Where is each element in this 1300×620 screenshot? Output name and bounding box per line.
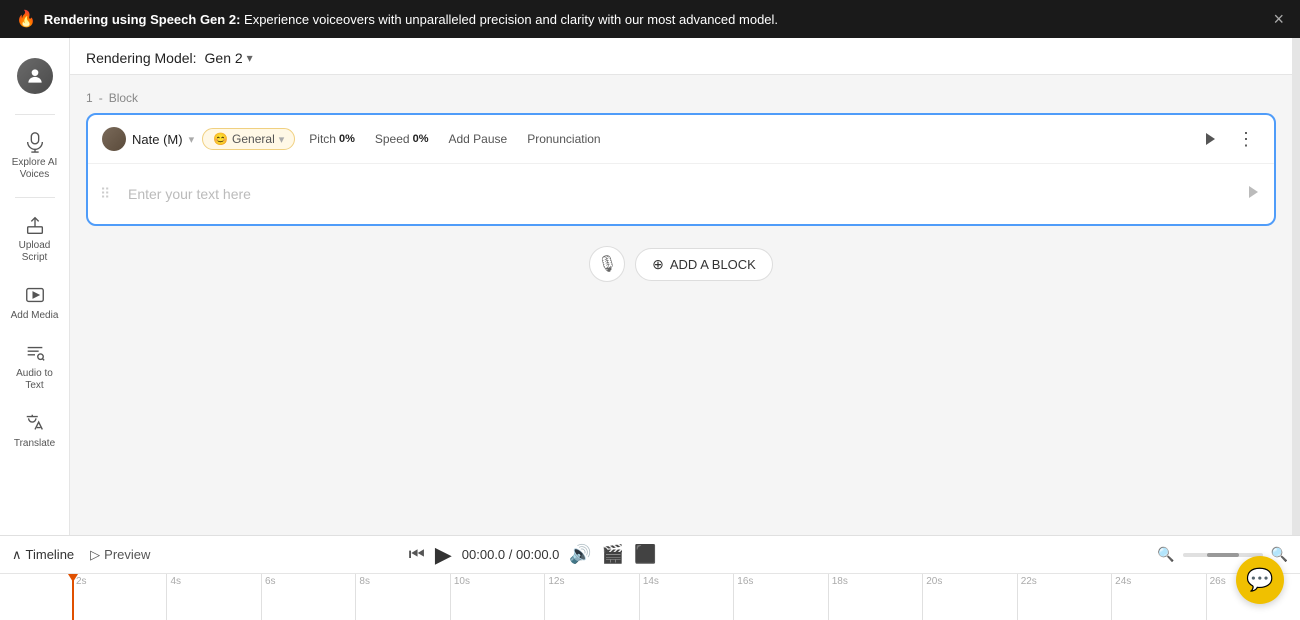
ruler-tick: 22s <box>1017 574 1111 620</box>
text-play-button[interactable] <box>1246 185 1260 204</box>
sidebar-item-media-label: Add Media <box>11 310 59 322</box>
chevron-down-icon: ▾ <box>189 133 195 146</box>
timeline-ruler: 2s4s6s8s10s12s14s16s18s20s22s24s26s <box>0 574 1300 620</box>
timeline-toggle[interactable]: ∧ Timeline <box>12 547 74 563</box>
sidebar-item-audio-to-text[interactable]: Audio to Text <box>5 334 65 400</box>
block-card: Nate (M) ▾ 😊 General ▾ Pitch 0% Speed <box>86 113 1276 226</box>
zoom-thumb <box>1207 553 1239 557</box>
chevron-down-icon: ▾ <box>279 133 285 146</box>
ruler-tick: 4s <box>166 574 260 620</box>
mood-emoji: 😊 <box>213 132 228 146</box>
chevron-up-icon: ∧ <box>12 547 22 563</box>
sidebar-item-translate[interactable]: Translate <box>5 404 65 458</box>
export-video-button[interactable]: 🎬 <box>602 544 624 565</box>
playhead-arrow <box>68 574 78 582</box>
sidebar-item-add-media[interactable]: Add Media <box>5 276 65 330</box>
pitch-button[interactable]: Pitch 0% <box>303 129 361 149</box>
right-scrollbar[interactable] <box>1292 38 1300 535</box>
speed-value: 0% <box>413 133 429 145</box>
chat-icon: 💬 <box>1246 567 1273 593</box>
rendering-model-label: Rendering Model: <box>86 50 197 66</box>
banner-text: Rendering using Speech Gen 2: Experience… <box>44 12 1266 27</box>
preview-icon: ▷ <box>90 547 100 563</box>
captions-button[interactable]: ⬛ <box>634 544 656 565</box>
fire-icon: 🔥 <box>16 9 36 29</box>
time-display: 00:00.0 / 00:00.0 <box>462 547 560 562</box>
user-avatar <box>17 58 53 94</box>
voice-avatar <box>102 127 126 151</box>
sidebar-item-avatar[interactable] <box>5 50 65 106</box>
chat-fab-button[interactable]: 💬 <box>1236 556 1284 604</box>
ruler-tick: 8s <box>355 574 449 620</box>
translate-icon <box>24 412 46 434</box>
drag-handle-icon: ⠿ <box>100 186 110 203</box>
sidebar-item-upload-label: Upload Script <box>9 240 61 264</box>
sidebar-item-explore-ai[interactable]: Explore AI Voices <box>5 123 65 189</box>
upload-icon <box>24 214 46 236</box>
rendering-model-dropdown[interactable]: Gen 2 ▾ <box>205 50 253 66</box>
zoom-bar <box>1183 553 1263 557</box>
bottom-panel: ∧ Timeline ▷ Preview ⏮ ▶ 00:00.0 / 00:00… <box>0 535 1300 620</box>
banner: 🔥 Rendering using Speech Gen 2: Experien… <box>0 0 1300 38</box>
more-options-button[interactable]: ⋮ <box>1232 125 1260 153</box>
audio-text-icon <box>24 342 46 364</box>
sidebar-item-audio-label: Audio to Text <box>9 368 61 392</box>
block-toolbar: Nate (M) ▾ 😊 General ▾ Pitch 0% Speed <box>88 115 1274 164</box>
add-block-area: 🎙 ⊕ ADD A BLOCK <box>86 226 1276 302</box>
sidebar-item-upload-script[interactable]: Upload Script <box>5 206 65 272</box>
volume-button[interactable]: 🔊 <box>569 544 591 565</box>
mood-label: General <box>232 132 275 146</box>
pronunciation-button[interactable]: Pronunciation <box>521 129 606 149</box>
content-area: Rendering Model: Gen 2 ▾ 1 - Block <box>70 38 1292 535</box>
mic-record-button[interactable]: 🎙 <box>589 246 625 282</box>
block-text-area[interactable]: ⠿ Enter your text here <box>88 164 1274 224</box>
chevron-down-icon: ▾ <box>247 51 253 65</box>
sidebar-divider-2 <box>15 197 55 198</box>
plus-icon: ⊕ <box>652 256 664 273</box>
zoom-out-icon[interactable]: 🔍 <box>1157 546 1174 563</box>
playback-controls: ⏮ ▶ 00:00.0 / 00:00.0 🔊 🎬 ⬛ <box>409 542 657 568</box>
sidebar-item-explore-label: Explore AI Voices <box>9 157 61 181</box>
mood-badge[interactable]: 😊 General ▾ <box>202 128 295 150</box>
pitch-value: 0% <box>339 133 355 145</box>
ruler-tick: 10s <box>450 574 544 620</box>
add-pause-button[interactable]: Add Pause <box>442 129 513 149</box>
add-block-button[interactable]: ⊕ ADD A BLOCK <box>635 248 773 281</box>
skip-back-button[interactable]: ⏮ <box>409 544 425 565</box>
text-placeholder: Enter your text here <box>128 186 1246 202</box>
content-header: Rendering Model: Gen 2 ▾ <box>70 38 1292 75</box>
sidebar: Explore AI Voices Upload Script Add Medi… <box>0 38 70 535</box>
speed-button[interactable]: Speed 0% <box>369 129 435 149</box>
ruler-tick: 2s <box>72 574 166 620</box>
block-play-button[interactable] <box>1196 125 1224 153</box>
ruler-tick: 12s <box>544 574 638 620</box>
sidebar-divider-1 <box>15 114 55 115</box>
ruler-tick: 20s <box>922 574 1016 620</box>
script-area: 1 - Block Nate (M) ▾ 😊 <box>70 75 1292 535</box>
timeline-header: ∧ Timeline ▷ Preview ⏮ ▶ 00:00.0 / 00:00… <box>0 536 1300 574</box>
preview-tab[interactable]: ▷ Preview <box>90 547 150 563</box>
block-label: 1 - Block <box>86 91 1276 105</box>
ruler-tick: 16s <box>733 574 827 620</box>
voice-selector-button[interactable]: Nate (M) ▾ <box>102 127 194 151</box>
main-layout: Explore AI Voices Upload Script Add Medi… <box>0 38 1300 535</box>
media-icon <box>24 284 46 306</box>
ruler-tick: 24s <box>1111 574 1205 620</box>
play-button[interactable]: ▶ <box>435 542 452 568</box>
ruler-tick: 6s <box>261 574 355 620</box>
sidebar-item-translate-label: Translate <box>14 438 55 450</box>
banner-close-button[interactable]: × <box>1273 10 1284 28</box>
ruler-tick: 14s <box>639 574 733 620</box>
ruler-tick: 18s <box>828 574 922 620</box>
ruler-ticks: 2s4s6s8s10s12s14s16s18s20s22s24s26s <box>72 574 1300 620</box>
microphone-icon <box>24 131 46 153</box>
